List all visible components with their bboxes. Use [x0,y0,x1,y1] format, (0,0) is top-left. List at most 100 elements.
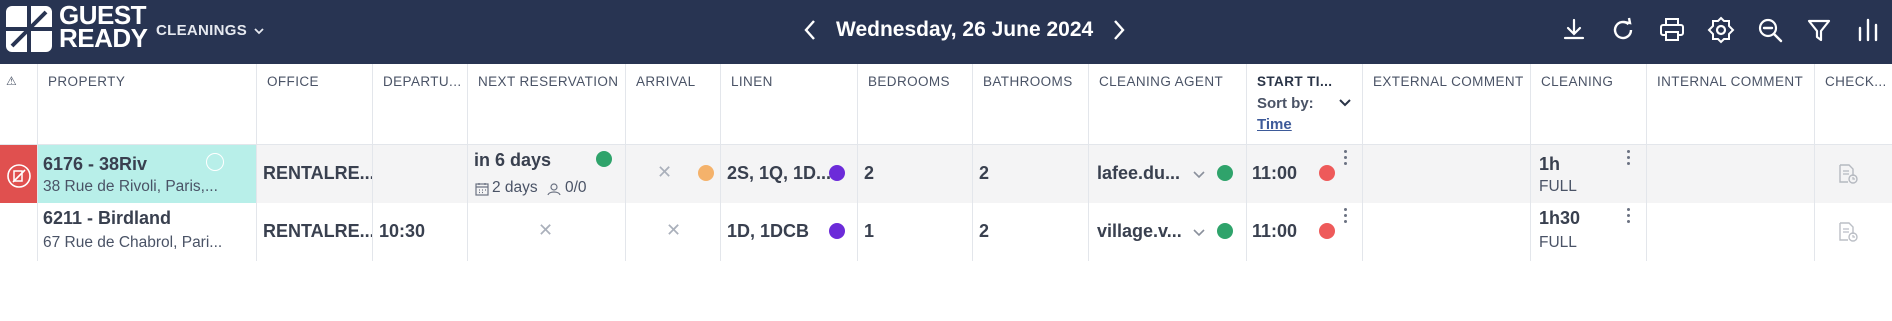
office-cell: RENTALRE... [257,145,373,203]
column-header-departure[interactable]: DEPARTU... [373,64,468,144]
start-time-status-dot [1319,223,1335,239]
column-header-checklist[interactable]: CHECK... [1815,64,1892,144]
internal-comment-cell[interactable] [1647,145,1815,203]
column-header-bedrooms[interactable]: BEDROOMS [858,64,973,144]
column-header-next-reservation[interactable]: NEXT RESERVATION [468,64,626,144]
top-bar: GUEST READY CLEANINGS Wednesday, 26 June… [0,0,1892,64]
table-row[interactable]: 6211 - Birdland 67 Rue de Chabrol, Pari.… [0,203,1892,261]
cleaning-type: FULL [1539,178,1577,195]
no-arrival-x-icon: ✕ [666,220,682,241]
agent-status-dot [1217,223,1233,239]
guest-ready-logo-icon[interactable] [6,6,52,52]
logo-line-2: READY [59,23,148,53]
columns-icon [1858,18,1878,42]
cleaning-agent-cell[interactable]: village.v... [1089,203,1247,261]
column-header-alert[interactable]: ⚠ [0,64,38,144]
table-row[interactable]: 6176 - 38Riv 38 Rue de Rivoli, Paris,...… [0,145,1892,203]
column-header-arrival[interactable]: ARRIVAL [626,64,721,144]
column-header-internal-comment[interactable]: INTERNAL COMMENT [1647,64,1815,144]
next-reservation-guests: 0/0 [565,179,587,196]
zoom-out-icon [1758,18,1783,43]
filter-button[interactable] [1801,12,1837,48]
column-header-external-comment[interactable]: EXTERNAL COMMENT [1363,64,1531,144]
guests-icon [547,183,561,196]
internal-comment-cell[interactable] [1647,203,1815,261]
print-button[interactable] [1654,12,1690,48]
next-reservation-cell: ✕ [468,203,626,261]
checklist-cell[interactable] [1815,203,1892,261]
column-header-office[interactable]: OFFICE [257,64,373,144]
cleaning-more-icon[interactable] [1627,150,1631,168]
cleanings-table: ⚠ PROPERTY OFFICE DEPARTU... NEXT RESERV… [0,64,1892,261]
current-date[interactable]: Wednesday, 26 June 2024 [836,18,1093,42]
previous-day-button[interactable] [800,16,820,44]
property-name[interactable]: 6176 - 38Riv [43,154,147,175]
cleaning-cell[interactable]: 1h30 FULL [1531,203,1647,261]
property-address: 38 Rue de Rivoli, Paris,... [43,178,218,195]
start-time-cell[interactable]: 11:00 [1247,145,1363,203]
column-header-cleaning-agent[interactable]: CLEANING AGENT [1089,64,1247,144]
arrival-cell: ✕ [626,203,721,261]
column-header-linen[interactable]: LINEN [721,64,858,144]
zoom-out-button[interactable] [1752,12,1788,48]
next-reservation-status-dot [596,151,612,167]
linen-status-dot [829,165,845,181]
start-time-more-icon[interactable] [1344,150,1348,168]
linen-value: 1D, 1DCB [727,221,810,241]
property-cell[interactable]: 6176 - 38Riv 38 Rue de Rivoli, Paris,... [38,145,257,203]
office-value: RENTALRE... [263,163,373,183]
columns-button[interactable] [1850,12,1886,48]
settings-button[interactable] [1703,12,1739,48]
cleaning-type: FULL [1539,234,1577,251]
agent-chevron-down-icon[interactable] [1193,229,1205,237]
next-reservation-cell[interactable]: in 6 days 2 days 0/0 [468,145,626,203]
no-arrival-x-icon: ✕ [657,162,673,183]
column-header-property[interactable]: PROPERTY [38,64,257,144]
toolbar [1556,12,1886,48]
download-icon [1563,18,1585,40]
settings-icon [1707,16,1735,44]
column-header-cleaning[interactable]: CLEANING [1531,64,1647,144]
download-button[interactable] [1556,12,1592,48]
cleaning-duration: 1h [1539,154,1561,174]
section-dropdown[interactable]: CLEANINGS [156,22,265,39]
date-navigator: Wednesday, 26 June 2024 [800,14,1129,46]
alert-cell[interactable] [0,145,38,203]
start-time-status-dot [1319,165,1335,181]
external-comment-cell[interactable] [1363,145,1531,203]
filter-icon [1807,19,1831,42]
sort-chevron-down-icon[interactable] [1338,98,1352,108]
table-header: ⚠ PROPERTY OFFICE DEPARTU... NEXT RESERV… [0,64,1892,145]
checklist-cell[interactable] [1815,145,1892,203]
property-name[interactable]: 6211 - Birdland [43,208,171,229]
checklist-document-icon[interactable] [1837,163,1859,185]
external-comment-cell[interactable] [1363,203,1531,261]
refresh-button[interactable] [1605,12,1641,48]
chevron-down-icon [254,27,264,34]
next-reservation-value: in 6 days [474,150,552,170]
linen-cell[interactable]: 2S, 1Q, 1D... [721,145,858,203]
sort-by-value[interactable]: Time [1257,116,1362,133]
no-reservation-x-icon: ✕ [538,220,554,241]
bedrooms-value: 2 [864,163,875,183]
property-status-circle[interactable] [206,153,224,171]
agent-chevron-down-icon[interactable] [1193,171,1205,179]
refresh-icon [1613,17,1633,40]
departure-cell [373,145,468,203]
start-time-cell[interactable]: 11:00 [1247,203,1363,261]
cleaning-cell[interactable]: 1h FULL [1531,145,1647,203]
checklist-document-icon[interactable] [1837,221,1859,243]
logo-wordmark: GUEST READY [59,2,148,53]
cleaning-agent-cell[interactable]: lafee.du... [1089,145,1247,203]
column-header-start-time[interactable]: START TI... Sort by: Time [1247,64,1363,144]
linen-cell[interactable]: 1D, 1DCB [721,203,858,261]
cleaning-more-icon[interactable] [1627,208,1631,226]
property-cell[interactable]: 6211 - Birdland 67 Rue de Chabrol, Pari.… [38,203,257,261]
bedrooms-cell: 2 [858,145,973,203]
cleaning-duration: 1h30 [1539,208,1581,228]
start-time-more-icon[interactable] [1344,208,1348,226]
next-day-button[interactable] [1109,16,1129,44]
start-time-value: 11:00 [1252,221,1298,241]
column-header-bathrooms[interactable]: BATHROOMS [973,64,1089,144]
calendar-icon [475,183,489,196]
